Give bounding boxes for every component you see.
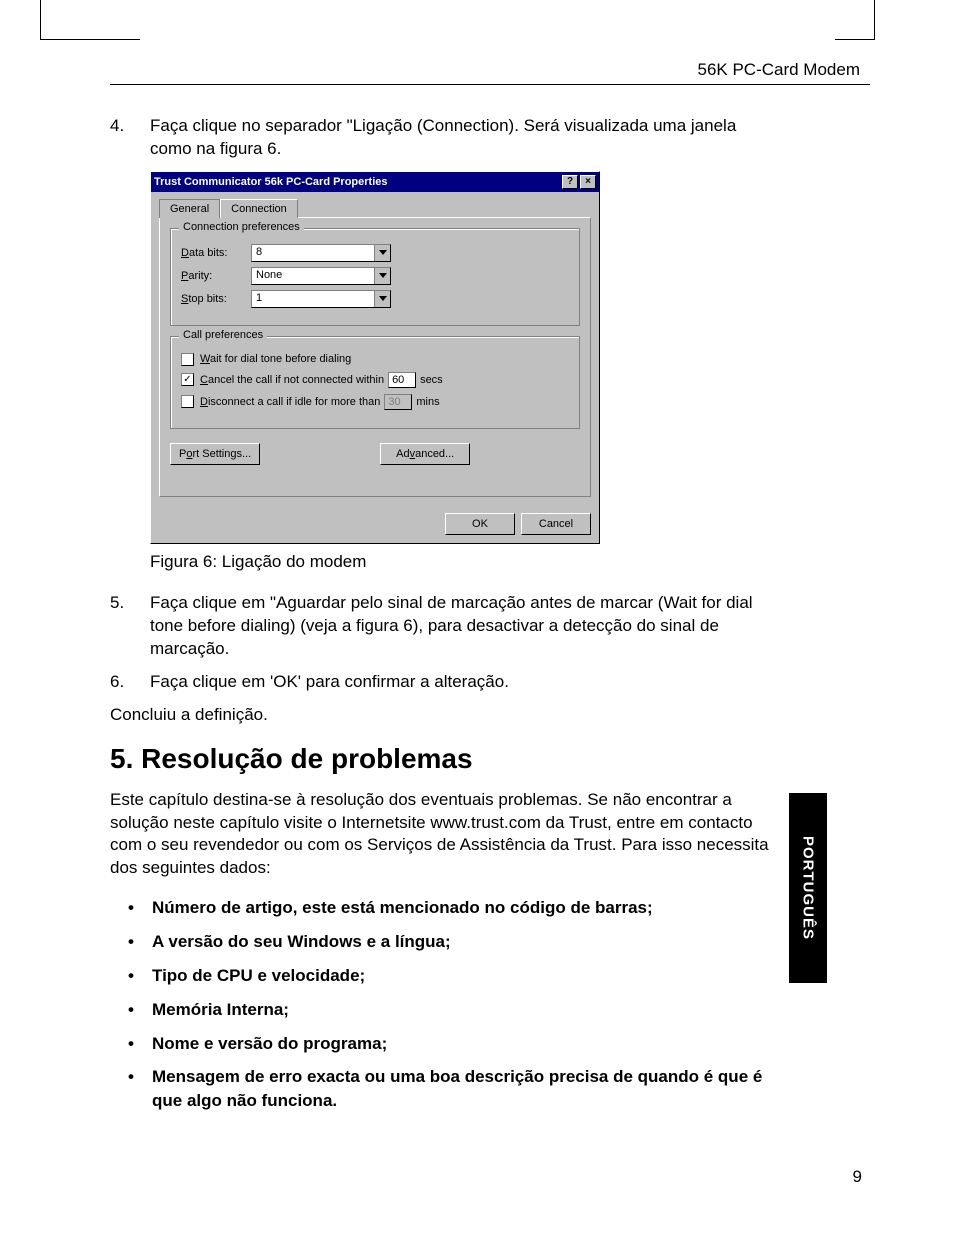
group-call-prefs: Call preferences Wait for dial tone befo… xyxy=(170,336,580,429)
check-wait-dialtone[interactable]: Wait for dial tone before dialing xyxy=(181,353,569,366)
step-6-num: 6. xyxy=(110,671,150,694)
page-content: 56K PC-Card Modem 4. Faça clique no sepa… xyxy=(110,60,870,1123)
chevron-down-icon[interactable] xyxy=(374,268,390,284)
dialog-body: General Connection Connection preference… xyxy=(151,192,599,505)
cancel-button[interactable]: Cancel xyxy=(521,513,591,535)
input-cancel-secs[interactable]: 60 xyxy=(388,372,416,388)
bullet-item: A versão do seu Windows e a língua; xyxy=(128,930,775,954)
ok-button[interactable]: OK xyxy=(445,513,515,535)
step-5-text: Faça clique em "Aguardar pelo sinal de m… xyxy=(150,592,775,661)
help-icon[interactable]: ? xyxy=(562,175,578,189)
bullet-item: Mensagem de erro exacta ou uma boa descr… xyxy=(128,1065,775,1113)
label-parity: Parity: xyxy=(181,270,251,282)
content-block: 4. Faça clique no separador "Ligação (Co… xyxy=(110,115,775,775)
dialog-title: Trust Communicator 56k PC-Card Propertie… xyxy=(154,176,560,188)
combo-parity-value: None xyxy=(252,268,374,284)
conclusion: Concluiu a definição. xyxy=(110,704,775,727)
input-disconnect-mins: 30 xyxy=(384,394,412,410)
section-main: Este capítulo destina-se à resolução dos… xyxy=(110,789,775,1123)
combo-parity[interactable]: None xyxy=(251,267,391,285)
button-row: Port Settings... Advanced... xyxy=(170,443,580,465)
figure-caption: Figura 6: Ligação do modem xyxy=(150,552,775,572)
step-4: 4. Faça clique no separador "Ligação (Co… xyxy=(110,115,775,161)
combo-stopbits-value: 1 xyxy=(252,291,374,307)
combo-databits[interactable]: 8 xyxy=(251,244,391,262)
bullet-list: Número de artigo, este está mencionado n… xyxy=(128,896,775,1113)
bullet-item: Tipo de CPU e velocidade; xyxy=(128,964,775,988)
bullet-item: Número de artigo, este está mencionado n… xyxy=(128,896,775,920)
checkbox-icon[interactable]: ✓ xyxy=(181,373,194,386)
tab-general[interactable]: General xyxy=(159,199,220,218)
label-stopbits: Stop bits: xyxy=(181,293,251,305)
header-rule xyxy=(110,84,870,85)
checkbox-icon[interactable] xyxy=(181,395,194,408)
tab-connection[interactable]: Connection xyxy=(220,199,298,218)
language-marker: PORTUGUÊS xyxy=(789,793,827,983)
step-6: 6. Faça clique em 'OK' para confirmar a … xyxy=(110,671,775,694)
group-connection-label: Connection preferences xyxy=(179,221,304,233)
chevron-down-icon[interactable] xyxy=(374,291,390,307)
dialog-footer: OK Cancel xyxy=(151,505,599,543)
advanced-button[interactable]: Advanced... xyxy=(380,443,470,465)
tab-strip: General Connection xyxy=(159,198,591,217)
crop-mark-left xyxy=(40,0,140,40)
label-secs: secs xyxy=(420,374,443,386)
group-call-label: Call preferences xyxy=(179,329,267,341)
page-number: 9 xyxy=(853,1167,862,1187)
step-5-num: 5. xyxy=(110,592,150,661)
crop-mark-right xyxy=(835,0,875,40)
step-4-num: 4. xyxy=(110,115,150,161)
step-5: 5. Faça clique em "Aguardar pelo sinal d… xyxy=(110,592,775,661)
close-icon[interactable]: × xyxy=(580,175,596,189)
properties-dialog: Trust Communicator 56k PC-Card Propertie… xyxy=(150,171,600,544)
section-with-sidebar: Este capítulo destina-se à resolução dos… xyxy=(110,789,870,1123)
section-intro: Este capítulo destina-se à resolução dos… xyxy=(110,789,775,881)
bullet-item: Nome e versão do programa; xyxy=(128,1032,775,1056)
label-databits: Data bits: xyxy=(181,247,251,259)
check-cancel-call[interactable]: ✓ Cancel the call if not connected withi… xyxy=(181,372,569,388)
combo-databits-value: 8 xyxy=(252,245,374,261)
section-heading: 5. Resolução de problemas xyxy=(110,743,775,775)
port-settings-button[interactable]: Port Settings... xyxy=(170,443,260,465)
bullet-item: Memória Interna; xyxy=(128,998,775,1022)
tab-panel-connection: Connection preferences Data bits: 8 Pari… xyxy=(159,217,591,497)
step-4-text: Faça clique no separador "Ligação (Conne… xyxy=(150,115,775,161)
check-disconnect-idle[interactable]: Disconnect a call if idle for more than … xyxy=(181,394,569,410)
group-connection-prefs: Connection preferences Data bits: 8 Pari… xyxy=(170,228,580,326)
header-product: 56K PC-Card Modem xyxy=(110,60,870,80)
step-6-text: Faça clique em 'OK' para confirmar a alt… xyxy=(150,671,775,694)
chevron-down-icon[interactable] xyxy=(374,245,390,261)
combo-stopbits[interactable]: 1 xyxy=(251,290,391,308)
label-mins: mins xyxy=(416,396,439,408)
checkbox-icon[interactable] xyxy=(181,353,194,366)
dialog-titlebar: Trust Communicator 56k PC-Card Propertie… xyxy=(151,172,599,192)
